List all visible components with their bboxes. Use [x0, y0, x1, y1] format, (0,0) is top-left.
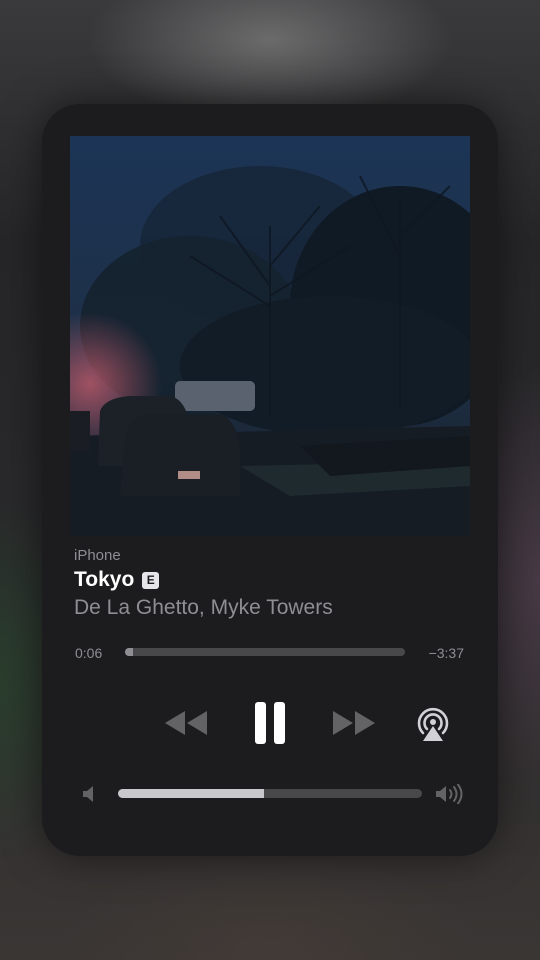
speaker-low-icon [83, 786, 93, 802]
rewind-icon [165, 711, 207, 735]
fast-forward-icon [333, 711, 375, 735]
elapsed-time: 0:06 [75, 645, 103, 661]
fast-forward-button[interactable] [329, 705, 377, 741]
playback-progress-fill [125, 648, 134, 656]
track-title-row: Tokyo E [74, 568, 160, 592]
explicit-badge: E [142, 571, 160, 589]
album-artwork [70, 136, 470, 536]
output-device-label: iPhone [74, 547, 121, 564]
track-artist: De La Ghetto, Myke Towers [74, 596, 333, 619]
airplay-button[interactable] [413, 704, 453, 744]
volume-min-indicator [80, 784, 98, 804]
pause-button[interactable] [250, 700, 290, 746]
rewind-button[interactable] [163, 705, 211, 741]
track-title: Tokyo [74, 568, 135, 591]
volume-max-indicator [434, 783, 466, 805]
playback-scrubber[interactable] [125, 648, 405, 656]
pause-icon [255, 702, 285, 744]
volume-slider[interactable] [118, 789, 422, 798]
airplay-icon [417, 707, 449, 741]
now-playing-card: iPhone Tokyo E De La Ghetto, Myke Towers… [42, 104, 498, 856]
remaining-time: −3:37 [428, 645, 464, 661]
speaker-high-icon [436, 784, 463, 804]
volume-level-fill [118, 789, 264, 798]
